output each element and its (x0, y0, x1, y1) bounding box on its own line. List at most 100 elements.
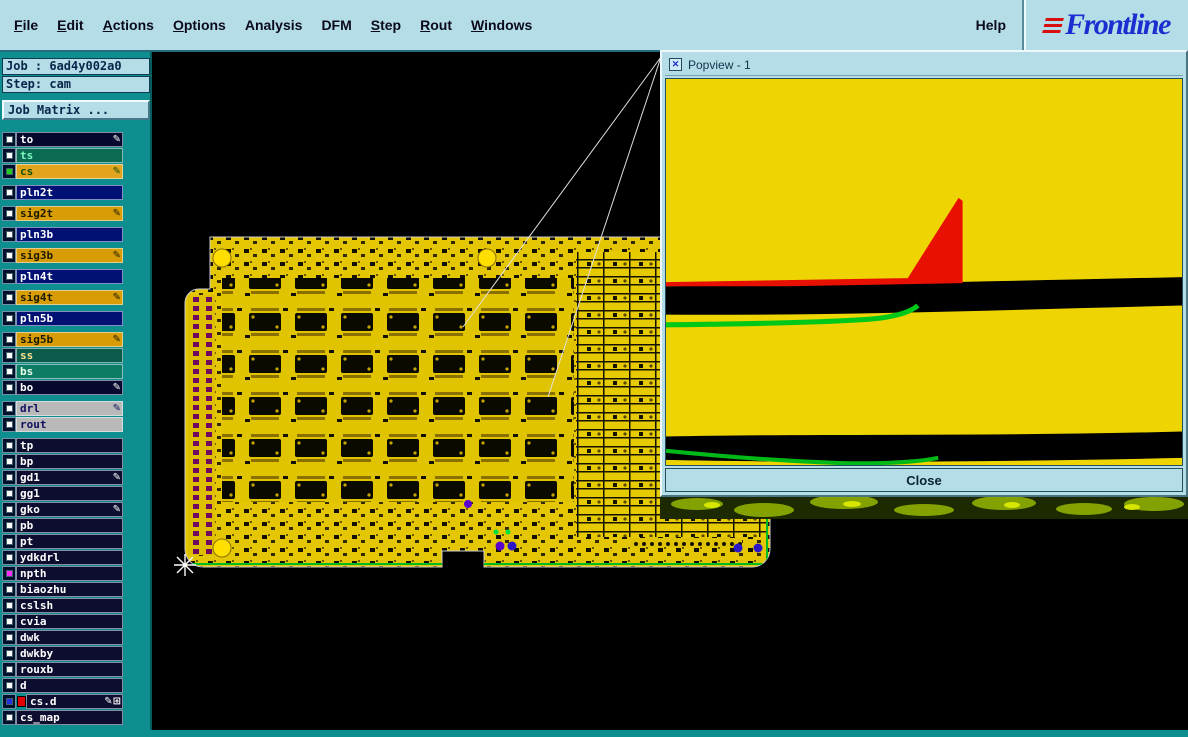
layer-checkbox[interactable] (2, 164, 16, 179)
layer-checkbox[interactable] (2, 534, 16, 549)
layer-name-label[interactable]: cvia (16, 614, 123, 629)
layer-checkbox[interactable] (2, 646, 16, 661)
layer-name-label[interactable]: gg1 (16, 486, 123, 501)
pencil-icon[interactable]: ✎ (113, 133, 121, 146)
layer-checkbox[interactable] (2, 662, 16, 677)
pencil-icon[interactable]: ✎ (113, 291, 121, 304)
layer-name-label[interactable]: pln3b (16, 227, 123, 242)
layer-name-label[interactable]: biaozhu (16, 582, 123, 597)
popview-content[interactable] (665, 78, 1183, 466)
layer-checkbox[interactable] (2, 502, 16, 517)
layer-checkbox[interactable] (2, 364, 16, 379)
layer-checkbox[interactable] (2, 417, 16, 432)
layer-row-bo[interactable]: bo ✎ (2, 380, 123, 395)
menu-item-rout[interactable]: Rout (420, 17, 452, 33)
layer-checkbox[interactable] (2, 454, 16, 469)
layer-name-label[interactable]: sig4t ✎ (16, 290, 123, 305)
pencil-icon[interactable]: ✎ (113, 207, 121, 220)
layer-name-label[interactable]: pln5b (16, 311, 123, 326)
layer-row-pb[interactable]: pb (2, 518, 123, 533)
layer-checkbox[interactable] (2, 311, 16, 326)
layer-name-label[interactable]: rout (16, 417, 123, 432)
pencil-icon[interactable]: ✎ (113, 333, 121, 346)
layer-checkbox[interactable] (2, 598, 16, 613)
layer-name-label[interactable]: ydkdrl (16, 550, 123, 565)
layer-row-ss[interactable]: ss (2, 348, 123, 363)
layer-name-label[interactable]: d (16, 678, 123, 693)
layer-row-sig4t[interactable]: sig4t ✎ (2, 290, 123, 305)
pencil-icon[interactable]: ✎ (113, 381, 121, 394)
layer-row-d[interactable]: d (2, 678, 123, 693)
layer-checkbox[interactable] (2, 550, 16, 565)
popview-close-button[interactable]: Close (665, 468, 1183, 492)
layer-checkbox[interactable] (2, 132, 16, 147)
layer-row-npth[interactable]: npth (2, 566, 123, 581)
layer-checkbox[interactable] (2, 348, 16, 363)
menu-item-step[interactable]: Step (371, 17, 401, 33)
layer-checkbox[interactable] (2, 269, 16, 284)
layer-row-cs-map[interactable]: cs_map (2, 710, 123, 725)
menu-item-help[interactable]: Help (976, 17, 1006, 33)
layer-name-label[interactable]: bo ✎ (16, 380, 123, 395)
layer-row-cslsh[interactable]: cslsh (2, 598, 123, 613)
layer-row-sig2t[interactable]: sig2t ✎ (2, 206, 123, 221)
layer-name-label[interactable]: ts (16, 148, 123, 163)
pencil-icon[interactable]: ✎⊞ (104, 695, 121, 708)
layer-name-label[interactable]: cs.d ✎⊞ (26, 694, 123, 709)
pencil-icon[interactable]: ✎ (113, 249, 121, 262)
layer-row-pln4t[interactable]: pln4t (2, 269, 123, 284)
layer-row-cvia[interactable]: cvia (2, 614, 123, 629)
layer-row-gg1[interactable]: gg1 (2, 486, 123, 501)
layer-checkbox[interactable] (2, 401, 16, 416)
layer-row-rouxb[interactable]: rouxb (2, 662, 123, 677)
layer-checkbox[interactable] (2, 438, 16, 453)
layer-row-bp[interactable]: bp (2, 454, 123, 469)
layer-checkbox[interactable] (2, 206, 16, 221)
layer-row-pln3b[interactable]: pln3b (2, 227, 123, 242)
layer-checkbox[interactable] (2, 248, 16, 263)
pencil-icon[interactable]: ✎ (113, 402, 121, 415)
layer-checkbox[interactable] (2, 710, 16, 725)
layer-name-label[interactable]: pb (16, 518, 123, 533)
window-close-icon[interactable]: ✕ (669, 58, 682, 71)
layer-checkbox[interactable] (2, 227, 16, 242)
layer-name-label[interactable]: cs ✎ (16, 164, 123, 179)
layer-name-label[interactable]: pln4t (16, 269, 123, 284)
layer-checkbox[interactable] (2, 614, 16, 629)
layer-row-ts[interactable]: ts (2, 148, 123, 163)
menu-item-actions[interactable]: Actions (103, 17, 154, 33)
layer-checkbox[interactable] (2, 486, 16, 501)
layer-row-to[interactable]: to ✎ (2, 132, 123, 147)
menu-item-options[interactable]: Options (173, 17, 226, 33)
layer-name-label[interactable]: rouxb (16, 662, 123, 677)
menu-item-windows[interactable]: Windows (471, 17, 532, 33)
layer-row-gko[interactable]: gko ✎ (2, 502, 123, 517)
layer-row-pln5b[interactable]: pln5b (2, 311, 123, 326)
layer-checkbox[interactable] (2, 518, 16, 533)
layer-row-dwkby[interactable]: dwkby (2, 646, 123, 661)
layer-row-pln2t[interactable]: pln2t (2, 185, 123, 200)
layer-name-label[interactable]: sig3b ✎ (16, 248, 123, 263)
layer-name-label[interactable]: to ✎ (16, 132, 123, 147)
layer-checkbox[interactable] (2, 185, 16, 200)
popview-zoom-graphic[interactable] (666, 79, 1182, 465)
layer-checkbox[interactable] (2, 694, 16, 709)
layer-row-ydkdrl[interactable]: ydkdrl (2, 550, 123, 565)
pencil-icon[interactable]: ✎ (113, 471, 121, 484)
layer-row-biaozhu[interactable]: biaozhu (2, 582, 123, 597)
layer-row-pt[interactable]: pt (2, 534, 123, 549)
layer-row-rout[interactable]: rout (2, 417, 123, 432)
job-matrix-button[interactable]: Job Matrix ... (2, 100, 150, 120)
layer-name-label[interactable]: sig5b ✎ (16, 332, 123, 347)
layer-name-label[interactable]: cslsh (16, 598, 123, 613)
layer-name-label[interactable]: gko ✎ (16, 502, 123, 517)
popview-titlebar[interactable]: ✕ Popview - 1 (665, 54, 1183, 76)
layer-row-drl[interactable]: drl ✎ (2, 401, 123, 416)
layer-name-label[interactable]: cs_map (16, 710, 123, 725)
menu-item-dfm[interactable]: DFM (321, 17, 351, 33)
menu-item-edit[interactable]: Edit (57, 17, 83, 33)
layer-row-sig3b[interactable]: sig3b ✎ (2, 248, 123, 263)
menu-item-file[interactable]: File (14, 17, 38, 33)
pencil-icon[interactable]: ✎ (113, 503, 121, 516)
layer-row-cs-d[interactable]: cs.d ✎⊞ (2, 694, 123, 709)
